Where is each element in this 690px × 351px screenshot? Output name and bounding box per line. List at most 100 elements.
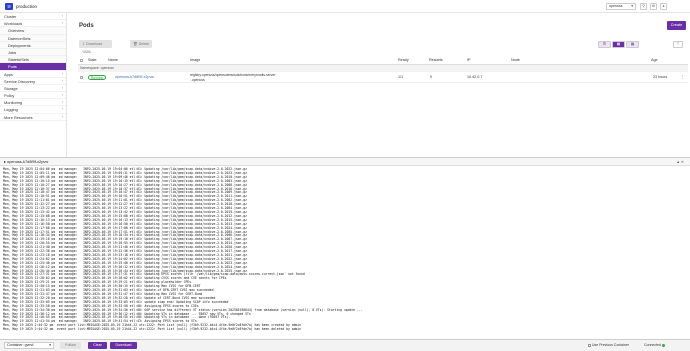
flat-list-icon[interactable]: ☰ xyxy=(598,41,611,48)
sidebar-item-daemonsets[interactable]: DaemonSets xyxy=(0,34,66,42)
sidebar-item-label: Cluster xyxy=(4,14,17,19)
sidebar-item-service-discovery[interactable]: Service Discovery › xyxy=(0,78,66,85)
chevron-right-icon: › xyxy=(61,107,63,112)
sidebar-item-label: Monitoring xyxy=(4,100,23,106)
download-button[interactable]: Download xyxy=(110,342,137,349)
sidebar-item-monitoring[interactable]: Monitoring › xyxy=(0,99,66,107)
cluster-name[interactable]: production xyxy=(16,4,37,9)
log-footer: Container: gvmd ▾ Follow Clear Download … xyxy=(0,339,690,351)
col-ip[interactable]: IP xyxy=(467,56,470,65)
chevron-right-icon: › xyxy=(61,114,63,119)
log-header-icons: ▲ ✕ xyxy=(676,158,684,166)
namespace-select[interactable]: openuss ▾ xyxy=(606,3,636,10)
sidebar-item-label: Workloads xyxy=(4,21,23,27)
status-badge: Running xyxy=(88,75,107,80)
row-checkbox[interactable] xyxy=(80,76,83,79)
terminal-icon: ▸ xyxy=(4,159,6,164)
col-image[interactable]: Image xyxy=(190,56,200,65)
sidebar-item-policy[interactable]: Policy › xyxy=(0,92,66,100)
connected-label: Connected xyxy=(644,343,661,347)
sidebar-item-more-resources[interactable]: More Resources › xyxy=(0,114,66,121)
chevron-right-icon: › xyxy=(61,14,63,18)
download-yaml-button[interactable]: ⇩ Download YAML xyxy=(79,40,112,54)
log-line: Mon, May 19 2025 2:44:32 pm event port l… xyxy=(3,327,302,332)
chevron-right-icon: › xyxy=(61,85,63,90)
sidebar-item-statefulsets[interactable]: StatefulSets xyxy=(0,56,66,64)
log-panel: ▸ openuss-k7d8f9f-x2pvw ▲ ✕ Mon, May 19 … xyxy=(0,157,690,339)
col-name[interactable]: Name xyxy=(108,56,118,65)
top-icons: ⚲ ⚙ ● xyxy=(640,3,667,10)
col-state[interactable]: State xyxy=(88,56,97,65)
chevron-down-icon: ▾ xyxy=(49,343,51,347)
chevron-right-icon: › xyxy=(61,78,63,83)
group-by-node-icon[interactable]: ▩ xyxy=(626,41,639,48)
sidebar-item-label: Policy xyxy=(4,93,15,99)
pods-table: State Name Image Ready Restarts IP Node … xyxy=(78,56,688,83)
sidebar-item-label: Jobs xyxy=(8,49,17,55)
sidebar-item-label: Logging xyxy=(4,107,18,113)
col-node[interactable]: Node xyxy=(511,56,520,65)
view-toggle: ☰ ▦ ▩ xyxy=(598,41,639,48)
use-previous-container-checkbox[interactable]: Use Previous Container xyxy=(588,343,629,347)
more-actions-icon[interactable]: ⋮ xyxy=(681,72,685,83)
connection-status: Connected xyxy=(644,343,665,347)
select-all-checkbox[interactable] xyxy=(80,59,83,62)
sidebar-item-label: StatefulSets xyxy=(8,57,29,63)
col-ready[interactable]: Ready xyxy=(398,56,409,65)
page-title: Pods xyxy=(79,23,94,29)
chevron-right-icon: › xyxy=(61,93,63,98)
sidebar-item-label: More Resources xyxy=(4,114,33,120)
group-by-namespace-icon[interactable]: ▦ xyxy=(612,41,625,48)
top-bar: ☰ production openuss ▾ ⚲ ⚙ ● xyxy=(0,0,690,13)
sidebar-item-label: Deployments xyxy=(8,42,31,48)
rancher-logo-icon[interactable]: ☰ xyxy=(5,3,13,10)
trash-icon: 🗑 xyxy=(133,42,138,46)
sidebar-item-label: Overview xyxy=(8,28,25,34)
pod-image-line2: ..openuss xyxy=(190,77,205,82)
container-select-value: Container: gvmd xyxy=(7,343,34,347)
log-output[interactable]: Mon, May 19 2025 12:04:06 pm md manage: … xyxy=(0,166,690,339)
main-content: Pods Create ⇩ Download YAML 🗑 Delete ☰ ▦… xyxy=(67,13,690,157)
sidebar-item-label: Apps xyxy=(4,71,13,77)
sidebar: Cluster › Workloads › Overview DaemonSets Depl… xyxy=(0,13,67,157)
clear-button[interactable]: Clear xyxy=(88,342,107,349)
sidebar-item-storage[interactable]: Storage › xyxy=(0,85,66,93)
settings-icon[interactable]: ⚙ xyxy=(650,3,657,10)
sidebar-item-logging[interactable]: Logging › xyxy=(0,106,66,114)
sidebar-item-workloads[interactable]: Workloads › xyxy=(0,20,66,28)
status-dot-icon xyxy=(661,343,665,347)
col-age[interactable]: Age xyxy=(651,56,658,65)
sidebar-item-overview[interactable]: Overview xyxy=(0,27,66,35)
sidebar-item-pods[interactable]: Pods xyxy=(0,63,66,71)
sidebar-item-deployments[interactable]: Deployments xyxy=(0,41,66,49)
pod-age: 23 hours xyxy=(653,75,668,79)
sidebar-item-label: Pods xyxy=(8,64,17,70)
filter-icon[interactable]: ▽ xyxy=(673,41,683,48)
expand-icon[interactable]: ▲ xyxy=(676,160,680,164)
container-select[interactable]: Container: gvmd ▾ xyxy=(4,342,54,349)
checkbox-icon xyxy=(588,343,591,347)
use-previous-label: Use Previous Container xyxy=(592,343,629,347)
namespace-select-value: openuss xyxy=(609,4,623,8)
sidebar-item-label: DaemonSets xyxy=(8,35,31,41)
delete-button[interactable]: 🗑 Delete xyxy=(130,40,152,48)
sidebar-item-jobs[interactable]: Jobs xyxy=(0,48,66,57)
log-header: ▸ openuss-k7d8f9f-x2pvw ▲ ✕ xyxy=(0,158,690,166)
close-icon[interactable]: ✕ xyxy=(681,160,684,164)
pod-name-link[interactable]: openuss-k7d8f9f-x2pvw xyxy=(115,72,154,83)
create-button[interactable]: Create xyxy=(667,21,686,30)
follow-button[interactable]: Follow xyxy=(60,342,81,349)
sidebar-item-cluster[interactable]: Cluster › xyxy=(0,13,66,21)
sidebar-item-apps[interactable]: Apps › xyxy=(0,71,66,78)
user-icon[interactable]: ● xyxy=(660,3,667,10)
chevron-right-icon: › xyxy=(61,21,63,26)
col-restarts[interactable]: Restarts xyxy=(429,56,443,65)
table-row[interactable]: Running openuss-k7d8f9f-x2pvw registry.o… xyxy=(78,72,688,83)
pod-ready: 1/1 xyxy=(398,75,404,79)
delete-label: Delete xyxy=(138,42,149,46)
chevron-down-icon: ▾ xyxy=(631,4,633,8)
download-icon: ⇩ xyxy=(82,42,86,46)
log-pod-name: openuss-k7d8f9f-x2pvw xyxy=(7,159,49,164)
pod-ip: 10.42.0.7 xyxy=(467,75,483,79)
search-icon[interactable]: ⚲ xyxy=(640,3,647,10)
